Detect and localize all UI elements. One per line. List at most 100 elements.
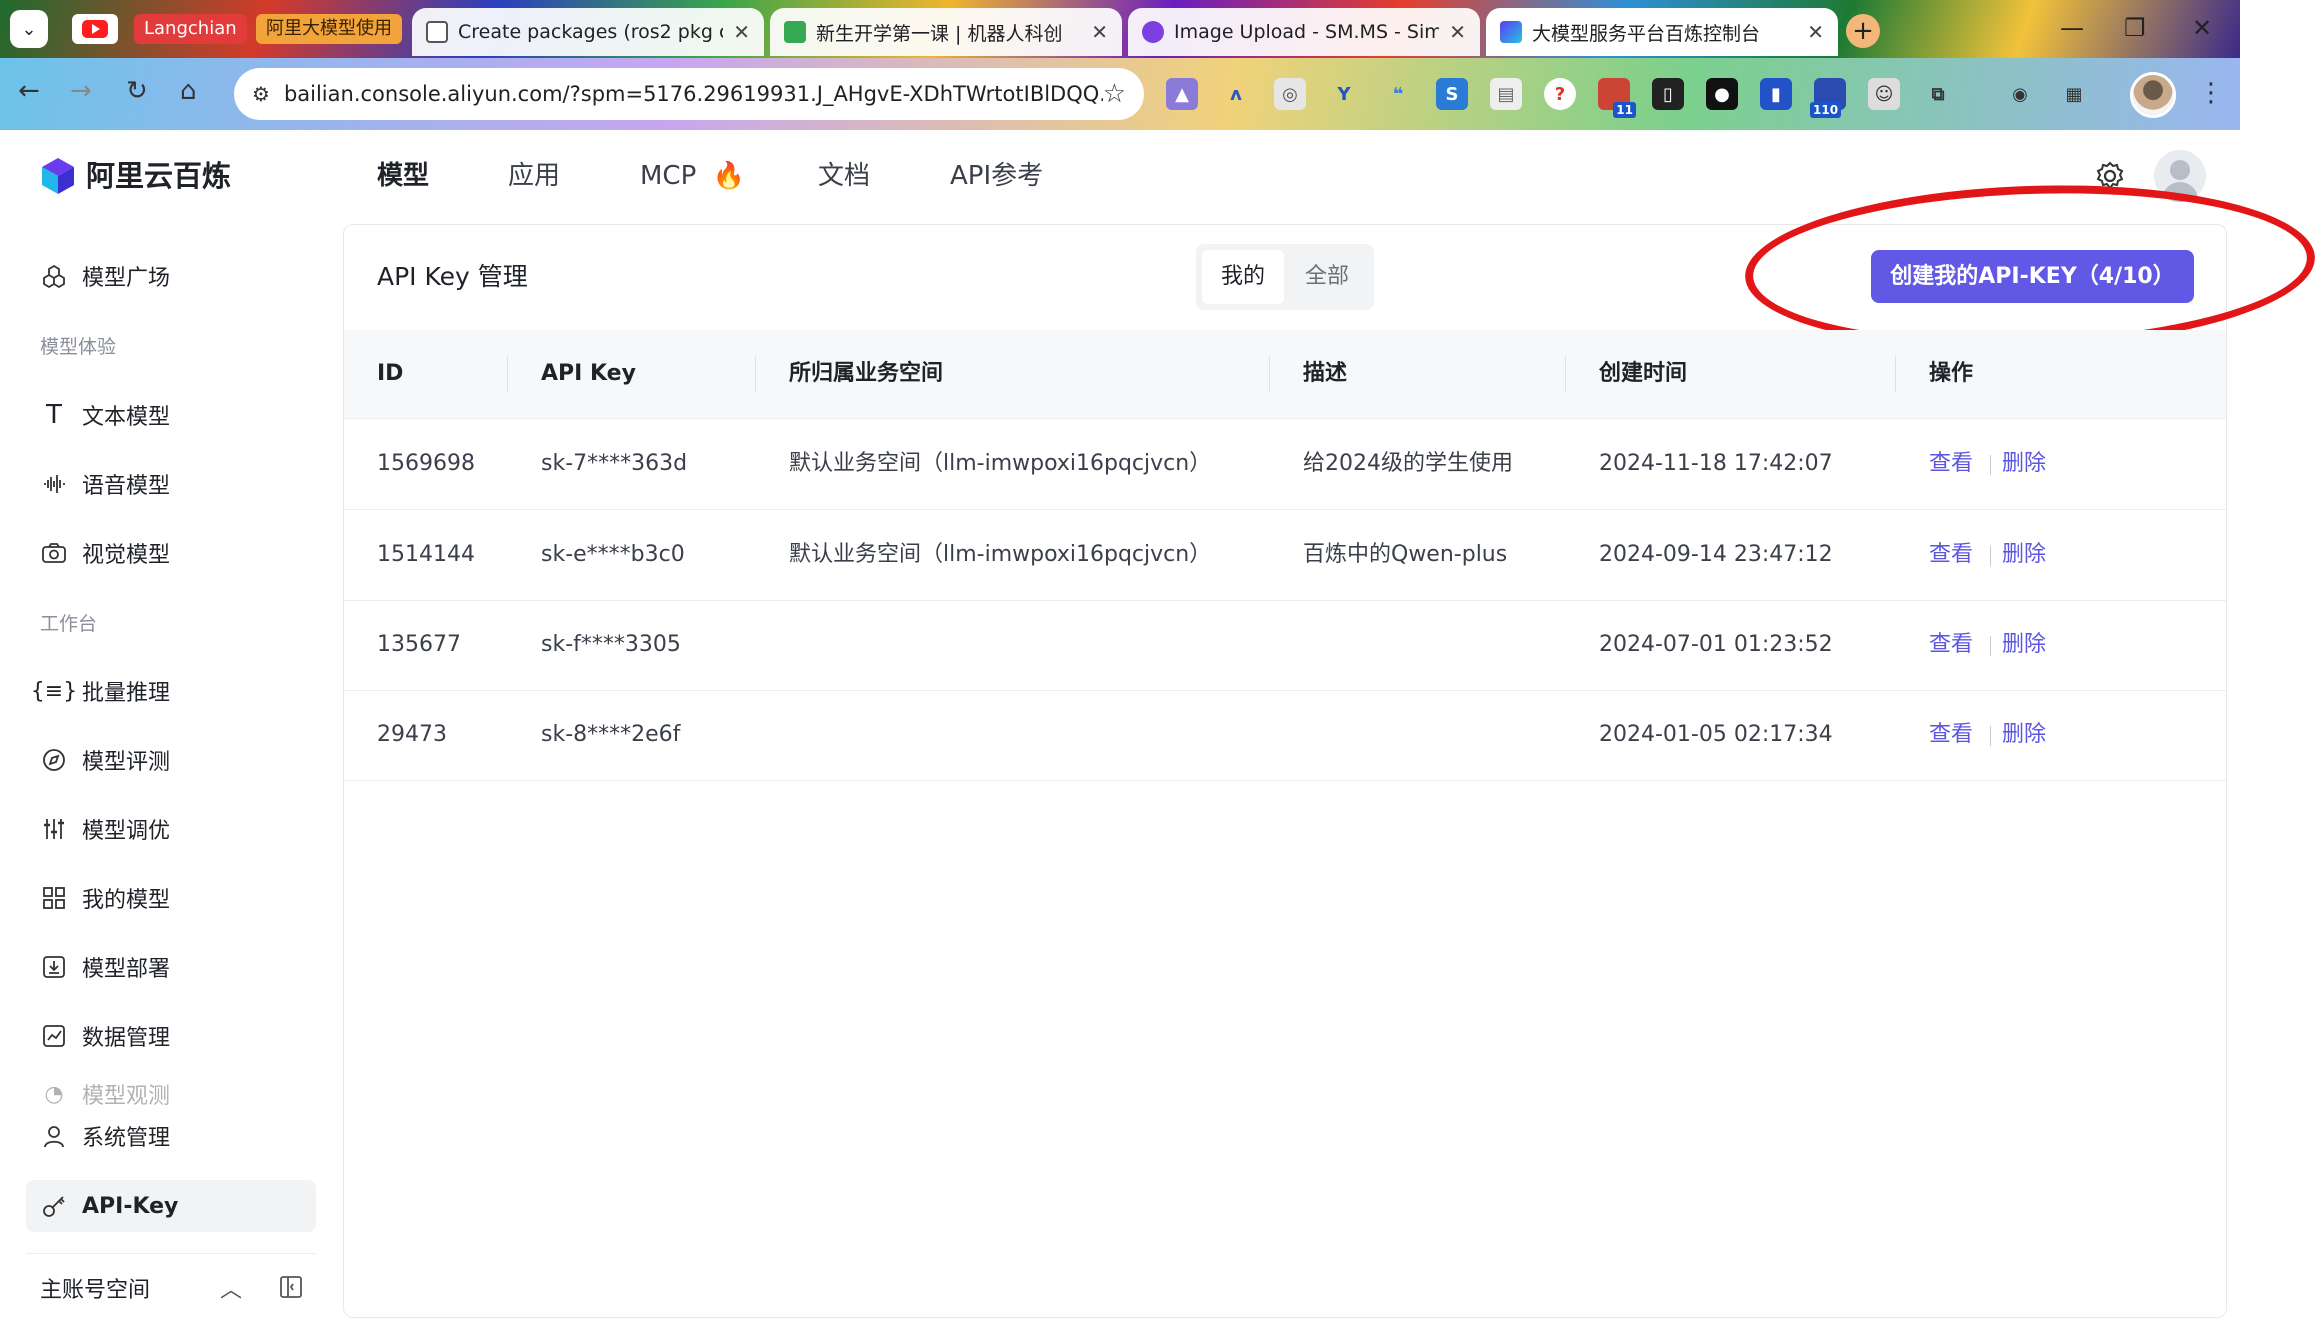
profile-avatar[interactable] [2130, 72, 2176, 118]
extension-icon[interactable]: ? [1544, 78, 1576, 110]
delete-link[interactable]: 删除 [2002, 510, 2046, 600]
extension-icon[interactable]: 110 [1810, 78, 1846, 118]
sidebar-item-label: 模型调优 [82, 819, 171, 844]
nav-apps[interactable]: 应用 [508, 156, 560, 196]
column-separator [755, 356, 756, 392]
tab-search-chevron-icon[interactable]: ⌄ [10, 10, 48, 48]
create-api-key-button[interactable]: 创建我的API-KEY（4/10） [1871, 250, 2194, 303]
extension-icon[interactable]: 11 [1598, 78, 1636, 118]
bookmark-star-icon[interactable]: ☆ [1103, 79, 1126, 109]
gear-icon[interactable] [2094, 160, 2126, 192]
sidebar-item-my-models[interactable]: 我的模型 [26, 872, 316, 924]
extensions-puzzle-icon[interactable]: ⧉ [1922, 78, 1954, 110]
action-divider [1990, 455, 1991, 475]
sheet-favicon-icon [784, 21, 806, 43]
extension-icon[interactable]: S [1436, 78, 1468, 110]
close-tab-icon[interactable]: ✕ [733, 20, 750, 44]
view-link[interactable]: 查看 [1929, 690, 1973, 780]
tab-robot-lesson[interactable]: 新生开学第一课 | 机器人科创 ✕ [770, 8, 1122, 56]
column-separator [507, 356, 508, 392]
extension-icon[interactable]: ◎ [1274, 78, 1306, 110]
sidebar-item-model-eval[interactable]: 模型评测 [26, 734, 316, 786]
camera-icon [40, 539, 68, 567]
column-separator [1565, 356, 1566, 392]
extension-icon[interactable]: ☺ [1868, 78, 1900, 110]
sidebar-item-model-deploy[interactable]: 模型部署 [26, 941, 316, 993]
app-name: 阿里云百炼 [86, 159, 232, 193]
segment-all[interactable]: 全部 [1286, 250, 1368, 304]
close-window-icon[interactable]: ✕ [2192, 14, 2212, 42]
reload-icon[interactable]: ↻ [126, 76, 148, 106]
sidebar-item-model-square[interactable]: 模型广场 [26, 250, 316, 302]
sidebar-item-system-management[interactable]: 系统管理 [26, 1110, 316, 1162]
sidebar-item-voice-model[interactable]: 语音模型 [26, 458, 316, 510]
cell-description: 百炼中的Qwen-plus [1303, 542, 1508, 567]
minimize-window-icon[interactable]: — [2060, 14, 2084, 42]
sidebar-item-model-tuning[interactable]: 模型调优 [26, 803, 316, 855]
youtube-pinned-tab[interactable] [72, 14, 118, 44]
tab-image-upload[interactable]: Image Upload - SM.MS - Simpl ✕ [1128, 8, 1480, 56]
extension-icon[interactable]: ▮ [1760, 78, 1792, 110]
compass-icon [40, 746, 68, 774]
page-title: API Key 管理 [377, 262, 528, 291]
user-avatar[interactable] [2154, 150, 2206, 202]
sidebar-item-label: 模型观测 [82, 1084, 171, 1106]
extension-icon[interactable]: ▤ [1490, 78, 1522, 110]
sidebar-item-text-model[interactable]: T 文本模型 [26, 389, 316, 441]
tab-ros2-packages[interactable]: Create packages (ros2 pkg crea ✕ [412, 8, 764, 56]
nav-models[interactable]: 模型 [377, 156, 429, 196]
view-link[interactable]: 查看 [1929, 600, 1973, 690]
sidebar-item-data-management[interactable]: 数据管理 [26, 1010, 316, 1062]
tab-bailian-console[interactable]: 大模型服务平台百炼控制台 ✕ [1486, 8, 1838, 56]
nav-docs[interactable]: 文档 [818, 156, 870, 196]
sidebar-item-vision-model[interactable]: 视觉模型 [26, 527, 316, 579]
chevron-up-icon[interactable]: ︿ [220, 1272, 242, 1304]
close-tab-icon[interactable]: ✕ [1091, 20, 1108, 44]
delete-link[interactable]: 删除 [2002, 690, 2046, 780]
url-text[interactable]: bailian.console.aliyun.com/?spm=5176.296… [284, 82, 1103, 106]
home-icon[interactable]: ⌂ [180, 76, 197, 106]
cell-id: 29473 [377, 722, 447, 747]
tab-label: Image Upload - SM.MS - Simpl [1174, 21, 1440, 43]
forward-arrow-icon[interactable]: → [70, 76, 92, 106]
sidebar-item-label: 数据管理 [82, 1026, 171, 1051]
extension-icon[interactable]: ▯ [1652, 78, 1684, 110]
site-info-icon[interactable]: ⚙ [252, 82, 270, 106]
column-separator [1895, 356, 1896, 392]
restore-window-icon[interactable]: ❐ [2124, 14, 2146, 42]
delete-link[interactable]: 删除 [2002, 419, 2046, 509]
nav-api-reference[interactable]: API参考 [950, 156, 1043, 196]
extension-icon[interactable]: Y [1328, 78, 1360, 110]
close-tab-icon[interactable]: ✕ [1807, 20, 1824, 44]
extension-icon[interactable]: ▲ [1166, 78, 1198, 110]
pinned-tab-aliyun-llm[interactable]: 阿里大模型使用 [256, 14, 402, 44]
sidebar-toggle-icon[interactable] [280, 1276, 302, 1298]
extension-badge: 110 [1810, 102, 1842, 118]
back-arrow-icon[interactable]: ← [18, 76, 40, 106]
delete-link[interactable]: 删除 [2002, 600, 2046, 690]
screenshot-icon[interactable]: ◉ [2004, 78, 2036, 110]
chart-box-icon [40, 1022, 68, 1050]
extension-icon[interactable]: ʌ [1220, 78, 1252, 110]
view-link[interactable]: 查看 [1929, 419, 1973, 509]
close-tab-icon[interactable]: ✕ [1449, 20, 1466, 44]
extension-icon[interactable]: ● [1706, 78, 1738, 110]
workspace-switcher[interactable]: 主账号空间 [40, 1272, 150, 1304]
segment-mine[interactable]: 我的 [1202, 250, 1284, 304]
cell-api-key: sk-e****b3c0 [541, 542, 685, 567]
qr-code-icon[interactable]: ▦ [2058, 78, 2090, 110]
sidebar-item-model-observe[interactable]: ◔ 模型观测 [26, 1082, 316, 1106]
new-tab-button[interactable]: + [1846, 14, 1880, 48]
sidebar-item-api-key[interactable]: API-Key [26, 1180, 316, 1232]
browser-menu-icon[interactable]: ⋮ [2198, 78, 2224, 108]
nav-mcp[interactable]: MCP 🔥 [640, 156, 745, 196]
sidebar-item-batch-inference[interactable]: {≡} 批量推理 [26, 665, 316, 717]
nav-mcp-label: MCP [640, 161, 697, 191]
text-t-icon: T [46, 400, 62, 430]
cell-created-time: 2024-09-14 23:47:12 [1599, 542, 1833, 567]
view-link[interactable]: 查看 [1929, 510, 1973, 600]
cell-workspace: 默认业务空间（llm-imwpoxi16pqcjvcn） [789, 542, 1212, 567]
extension-icon[interactable]: ❝ [1382, 78, 1414, 110]
address-bar[interactable]: ⚙ bailian.console.aliyun.com/?spm=5176.2… [234, 68, 1144, 120]
pinned-tab-langchian[interactable]: Langchian [134, 14, 247, 44]
